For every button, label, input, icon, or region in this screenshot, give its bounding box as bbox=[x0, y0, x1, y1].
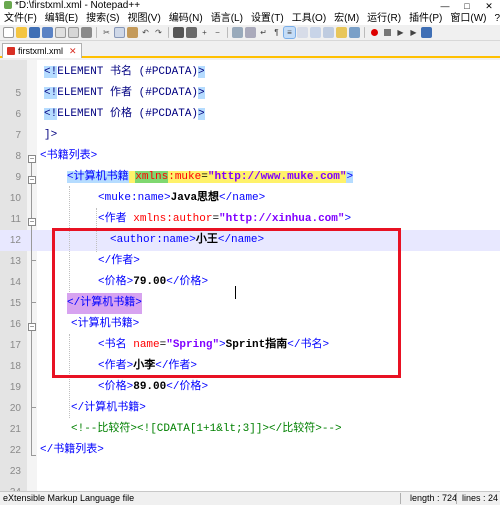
code-line: 7 <!ELEMENT 价格 (#PCDATA)> bbox=[0, 104, 500, 141]
code-line: 5 <!ELEMENT 书名 (#PCDATA)> bbox=[0, 62, 500, 99]
menu-settings[interactable]: 设置(T) bbox=[247, 12, 288, 25]
status-length: length : 724 bbox=[410, 493, 458, 503]
word-wrap-icon[interactable]: ↵ bbox=[258, 27, 269, 38]
title-bar: *D:\firstxml.xml - Notepad++ — □ ✕ bbox=[0, 0, 500, 12]
window-title: *D:\firstxml.xml - Notepad++ bbox=[15, 0, 141, 11]
undo-icon[interactable]: ↶ bbox=[140, 27, 151, 38]
status-divider bbox=[456, 493, 457, 504]
save-all-icon[interactable] bbox=[42, 27, 53, 38]
cut-icon[interactable]: ✂ bbox=[101, 27, 112, 38]
menu-macro[interactable]: 宏(M) bbox=[330, 12, 363, 25]
tab-label: firstxml.xml bbox=[18, 46, 63, 56]
close-window-button[interactable]: ✕ bbox=[478, 0, 500, 12]
sync-v-icon[interactable] bbox=[232, 27, 243, 38]
code-line: 12 <作者 xmlns:author="http://xinhua.com"> bbox=[0, 209, 500, 246]
code-line: 21 </计算机书籍> bbox=[0, 398, 500, 435]
menu-bar: 文件(F) 编辑(E) 搜索(S) 视图(V) 编码(N) 语言(L) 设置(T… bbox=[0, 12, 500, 25]
tab-close-icon[interactable]: ✕ bbox=[69, 44, 77, 58]
menu-encoding[interactable]: 编码(N) bbox=[165, 12, 207, 25]
menu-file[interactable]: 文件(F) bbox=[0, 12, 41, 25]
window-controls: — □ ✕ bbox=[434, 0, 500, 12]
sync-h-icon[interactable] bbox=[245, 27, 256, 38]
menu-plugins[interactable]: 插件(P) bbox=[405, 12, 446, 25]
code-editor[interactable]: − − − − 5 <!ELEMENT 书名 (#PCDATA)> 6 <!EL… bbox=[0, 60, 500, 492]
save-icon[interactable] bbox=[29, 27, 40, 38]
function-list-icon[interactable] bbox=[323, 27, 334, 38]
folder-icon[interactable] bbox=[336, 27, 347, 38]
minimize-button[interactable]: — bbox=[434, 0, 456, 12]
stop-icon[interactable] bbox=[382, 27, 393, 38]
maximize-button[interactable]: □ bbox=[456, 0, 478, 12]
annotation-highlight-box bbox=[52, 228, 401, 378]
zoom-in-icon[interactable]: + bbox=[199, 27, 210, 38]
code-line: 20 <价格>89.00</价格> bbox=[0, 377, 500, 414]
zoom-out-icon[interactable]: − bbox=[212, 27, 223, 38]
monitor-icon[interactable] bbox=[349, 27, 360, 38]
unsaved-disk-icon bbox=[7, 47, 15, 55]
toolbar-separator bbox=[168, 27, 169, 38]
menu-view[interactable]: 视图(V) bbox=[123, 12, 164, 25]
menu-search[interactable]: 搜索(S) bbox=[82, 12, 123, 25]
menu-help[interactable]: ? bbox=[491, 12, 500, 25]
status-language: eXtensible Markup Language file bbox=[3, 493, 135, 503]
menu-run[interactable]: 运行(R) bbox=[363, 12, 405, 25]
print-icon[interactable] bbox=[81, 27, 92, 38]
notepad-plus-plus-icon bbox=[4, 1, 12, 9]
open-file-icon[interactable] bbox=[16, 27, 27, 38]
replace-icon[interactable] bbox=[186, 27, 197, 38]
close-all-icon[interactable] bbox=[68, 27, 79, 38]
find-icon[interactable] bbox=[173, 27, 184, 38]
play-multi-icon[interactable]: ▶ bbox=[408, 27, 419, 38]
new-file-icon[interactable] bbox=[3, 27, 14, 38]
close-icon[interactable] bbox=[55, 27, 66, 38]
redo-icon[interactable]: ↷ bbox=[153, 27, 164, 38]
status-bar: eXtensible Markup Language file length :… bbox=[0, 491, 500, 505]
code-line: 8 ]> bbox=[0, 125, 500, 162]
toolbar-separator bbox=[96, 27, 97, 38]
toolbar-separator bbox=[227, 27, 228, 38]
menu-edit[interactable]: 编辑(E) bbox=[41, 12, 82, 25]
record-icon[interactable] bbox=[369, 27, 380, 38]
code-line: 22 <!--比较符><![CDATA[1+1&lt;3]]></比较符>--> bbox=[0, 419, 500, 456]
code-line: 23 </书籍列表> bbox=[0, 440, 500, 477]
play-icon[interactable]: ▶ bbox=[395, 27, 406, 38]
code-line: 24 bbox=[0, 461, 500, 492]
code-line: 9 <书籍列表> bbox=[0, 146, 500, 183]
paste-icon[interactable] bbox=[127, 27, 138, 38]
save-macro-icon[interactable] bbox=[421, 27, 432, 38]
menu-tools[interactable]: 工具(O) bbox=[288, 12, 330, 25]
copy-icon[interactable] bbox=[114, 27, 125, 38]
doc-map-icon[interactable] bbox=[310, 27, 321, 38]
menu-window[interactable]: 窗口(W) bbox=[446, 12, 490, 25]
code-line: 10 <计算机书籍 xmlns:muke="http://www.muke.co… bbox=[0, 167, 500, 204]
menu-language[interactable]: 语言(L) bbox=[207, 12, 247, 25]
show-all-icon[interactable]: ¶ bbox=[271, 27, 282, 38]
tab-bar: firstxml.xml ✕ bbox=[0, 41, 500, 58]
toolbar-separator bbox=[364, 27, 365, 38]
status-lines: lines : 24 bbox=[462, 493, 499, 503]
indent-guide-icon[interactable]: ≡ bbox=[283, 26, 296, 39]
toolbar: ✂ ↶ ↷ + − ↵ ¶ ≡ ▶ ▶ bbox=[0, 25, 500, 41]
code-line: 11 <muke:name>Java思想</name> bbox=[0, 188, 500, 225]
code-line: 6 <!ELEMENT 作者 (#PCDATA)> bbox=[0, 83, 500, 120]
status-divider bbox=[400, 493, 401, 504]
lang-icon[interactable] bbox=[297, 27, 308, 38]
tab-firstxml[interactable]: firstxml.xml ✕ bbox=[2, 43, 82, 58]
